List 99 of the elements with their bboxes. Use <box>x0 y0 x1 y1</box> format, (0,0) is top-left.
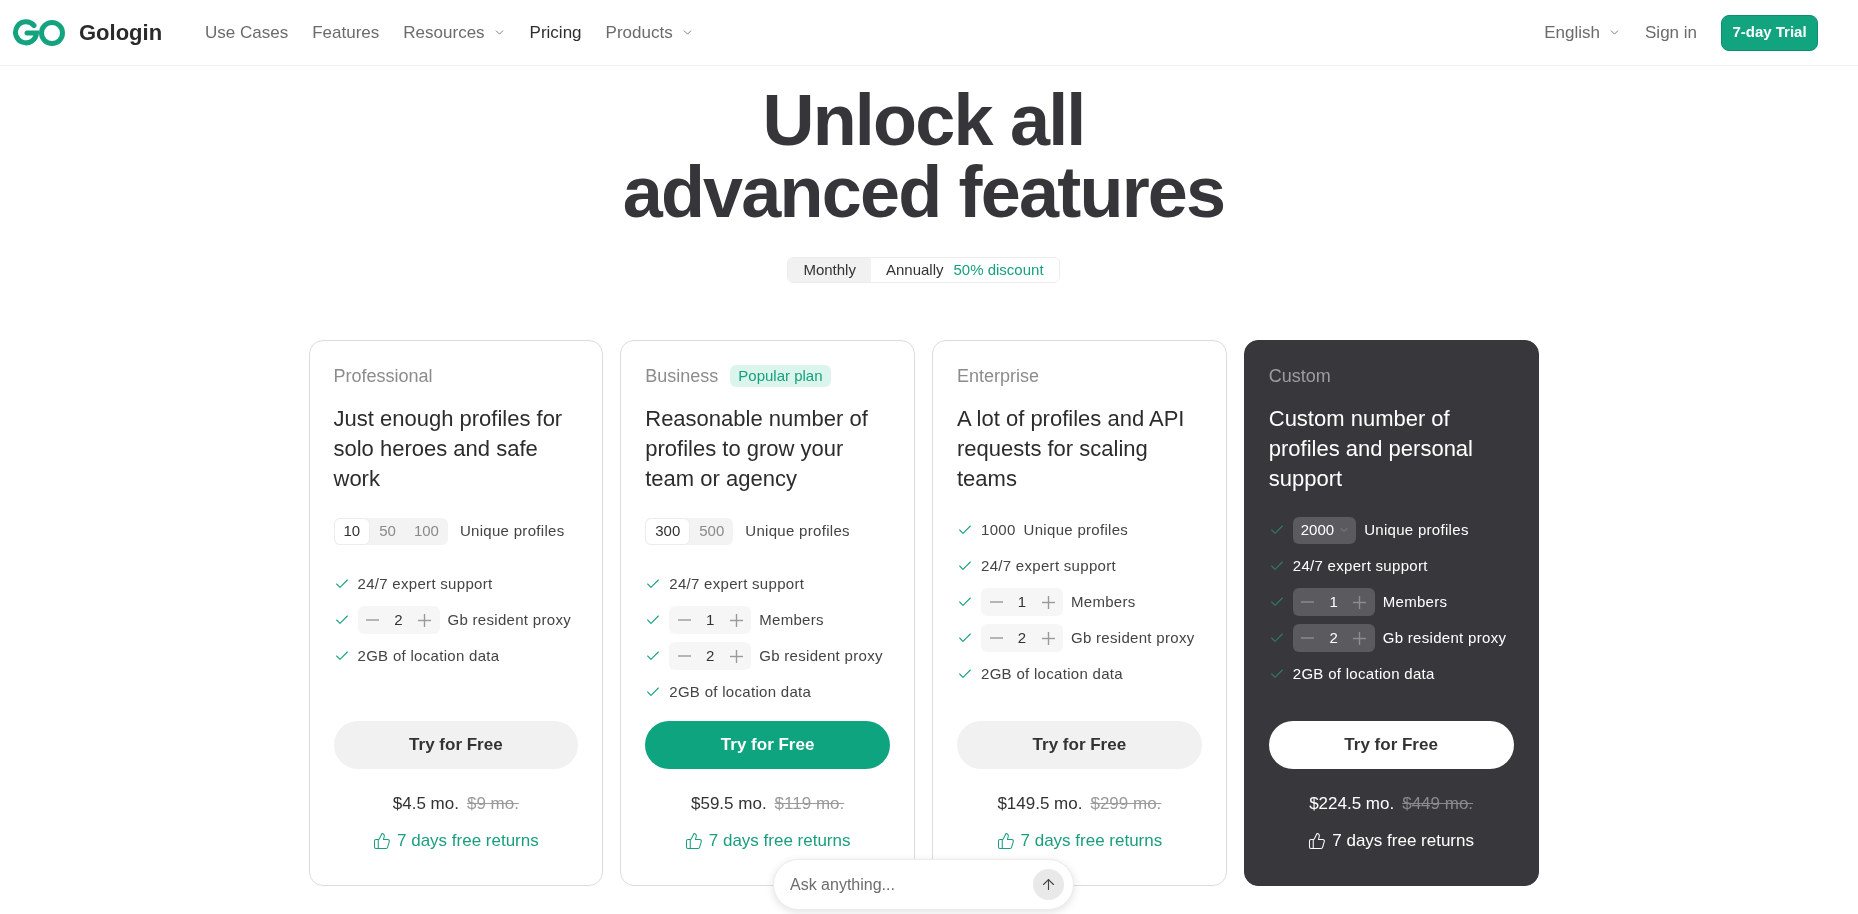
send-button[interactable] <box>1033 869 1064 900</box>
increment-button[interactable] <box>1350 593 1369 611</box>
free-returns-link[interactable]: 7 days free returns <box>373 829 539 853</box>
profile-count-option[interactable]: 10 <box>333 518 371 545</box>
feature-text: Unique profiles <box>459 521 565 542</box>
feature-text: 2GB of location data <box>357 645 500 666</box>
discount-label: 50% discount <box>953 259 1044 280</box>
feature-text: Gb resident proxy <box>1071 627 1195 648</box>
plan-price: $224.5 mo. <box>1309 793 1395 816</box>
thumbs-up-icon <box>684 832 703 850</box>
free-returns-link[interactable]: 7 days free returns <box>996 829 1163 853</box>
plan-price: $149.5 mo. <box>997 793 1083 816</box>
plus-icon <box>729 613 743 627</box>
minus-icon <box>677 619 691 621</box>
logo-icon[interactable] <box>12 18 66 47</box>
minus-icon <box>677 655 691 657</box>
plus-icon <box>1041 631 1055 645</box>
stepper-value: 2 <box>394 609 403 630</box>
increment-button[interactable] <box>1039 629 1057 647</box>
thumbs-up-icon <box>1308 832 1327 850</box>
old-price: $9 mo. <box>466 793 519 816</box>
old-price: $299 mo. <box>1090 793 1162 816</box>
feature-text: 24/7 expert support <box>357 573 493 594</box>
profile-count-select[interactable]: 2000 <box>1292 516 1357 544</box>
increment-button[interactable] <box>1350 629 1369 647</box>
feature-text: 2GB of location data <box>1292 663 1435 684</box>
old-price: $119 mo. <box>774 793 845 816</box>
feature-text: Gb resident proxy <box>759 645 883 666</box>
language-selector[interactable]: English <box>1544 19 1621 46</box>
ask-input-field[interactable]: Ask anything... <box>790 869 1025 900</box>
stepper-value: 1 <box>706 609 715 630</box>
profile-count-option[interactable]: 300 <box>645 518 691 545</box>
plan-description: Custom number of profiles and personal support <box>1268 405 1474 493</box>
feature-text: 2GB of location data <box>981 663 1123 684</box>
trial-button[interactable]: 7-day Trial <box>1721 14 1818 51</box>
feature-text: 24/7 expert support <box>669 573 805 594</box>
profile-count-option[interactable]: 50 <box>370 518 405 545</box>
plan-name: Business <box>645 364 719 388</box>
feature-text: Gb resident proxy <box>447 609 571 630</box>
page-title: Unlock all advanced features <box>621 84 1226 228</box>
nav-link[interactable]: Features <box>312 19 380 46</box>
increment-button[interactable] <box>1039 593 1057 611</box>
try-free-button[interactable]: Try for Free <box>645 721 890 769</box>
feature-text: 24/7 expert support <box>981 555 1116 576</box>
plus-icon <box>729 649 743 663</box>
minus-icon <box>989 637 1003 639</box>
plus-icon <box>1041 595 1055 609</box>
plan-description: Just enough profiles for solo heroes and safe work <box>333 405 564 493</box>
feature-text: 24/7 expert support <box>1292 555 1428 576</box>
thumbs-up-icon <box>996 832 1015 850</box>
plus-icon <box>1353 595 1367 609</box>
plan-name: Professional <box>333 364 433 388</box>
nav-link[interactable]: Products <box>605 19 694 46</box>
popular-badge: Popular plan <box>730 365 831 387</box>
feature-text: Unique profiles <box>1023 519 1129 540</box>
minus-icon <box>989 601 1003 603</box>
minus-icon <box>1301 601 1315 603</box>
increment-button[interactable] <box>727 647 746 665</box>
feature-text: Unique profiles <box>745 521 850 542</box>
free-returns-link[interactable]: 7 days free returns <box>684 829 851 853</box>
increment-button[interactable] <box>415 611 434 629</box>
profile-count-option[interactable]: 500 <box>690 518 734 545</box>
feature-text: Members <box>1071 591 1136 612</box>
sign-in-link[interactable]: Sign in <box>1645 19 1697 46</box>
stepper-value: 1 <box>1017 591 1027 612</box>
minus-icon <box>1301 637 1315 639</box>
stepper-value: 2 <box>1329 627 1338 648</box>
profile-count-option[interactable]: 100 <box>404 518 448 545</box>
try-free-button[interactable]: Try for Free <box>333 721 579 769</box>
plus-icon <box>1353 631 1367 645</box>
free-returns-link[interactable]: 7 days free returns <box>1308 829 1474 853</box>
nav-link[interactable]: Resources <box>403 19 506 46</box>
feature-text: Gb resident proxy <box>1382 627 1507 648</box>
brand-name[interactable]: Gologin <box>79 16 163 49</box>
billing-tab[interactable]: Monthly <box>788 258 871 282</box>
stepper-value: 2 <box>706 645 715 666</box>
ask-field[interactable]: Ask anything... <box>773 859 1074 910</box>
stepper-value: 1 <box>1329 591 1338 612</box>
feature-text: Unique profiles <box>1364 519 1469 540</box>
plan-description: Reasonable number of profiles to grow your team or agency <box>645 405 869 493</box>
increment-button[interactable] <box>727 611 746 629</box>
plan-description: A lot of profiles and API requests for scaling teams <box>957 405 1186 493</box>
profile-count: 1000 <box>981 519 1016 540</box>
nav-link[interactable]: Use Cases <box>205 19 289 46</box>
feature-text: 2GB of location data <box>669 681 812 702</box>
plan-price: $59.5 mo. <box>691 793 767 816</box>
feature-text: Members <box>759 609 824 630</box>
plan-name: Custom <box>1268 364 1331 388</box>
minus-icon <box>366 619 379 621</box>
plan-name: Enterprise <box>957 364 1040 388</box>
try-free-button[interactable]: Try for Free <box>957 721 1202 769</box>
feature-text: Members <box>1382 591 1448 612</box>
plan-price: $4.5 mo. <box>392 793 459 816</box>
plus-icon <box>418 613 431 627</box>
try-free-button[interactable]: Try for Free <box>1268 721 1514 769</box>
nav-link[interactable]: Pricing <box>529 19 582 46</box>
stepper-value: 2 <box>1017 627 1027 648</box>
thumbs-up-icon <box>373 832 391 850</box>
old-price: $449 mo. <box>1402 793 1474 816</box>
